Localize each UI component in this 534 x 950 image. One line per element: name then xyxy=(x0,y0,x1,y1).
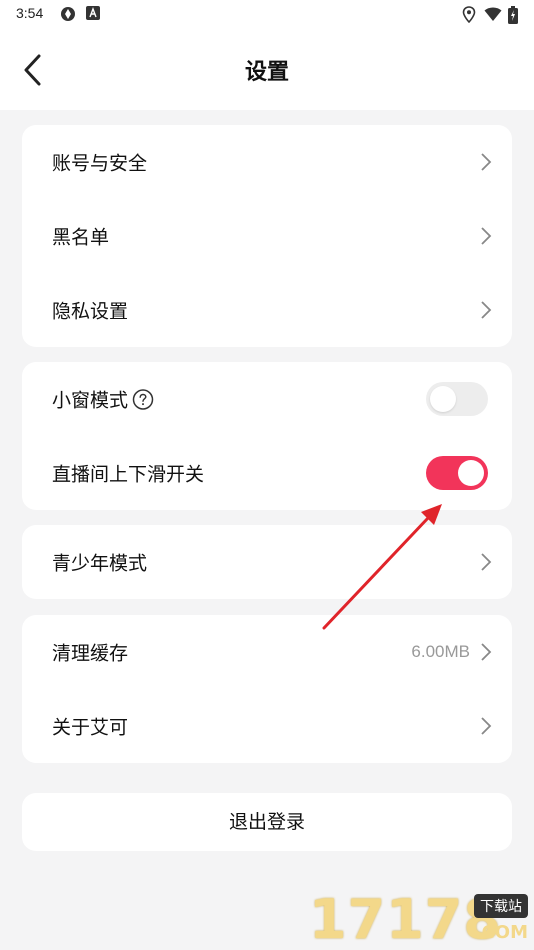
location-icon xyxy=(462,6,476,23)
setting-live-room-swipe: 直播间上下滑开关 xyxy=(22,436,512,510)
wifi-icon xyxy=(484,7,502,21)
storage-about-card: 清理缓存 6.00MB 关于艾可 xyxy=(22,615,512,763)
site-watermark-logo: 17178 下载站 .COM xyxy=(305,888,534,950)
menu-item-label: 账号与安全 xyxy=(52,152,148,175)
menu-item-label: 关于艾可 xyxy=(52,716,129,739)
chevron-right-icon xyxy=(481,553,492,571)
teen-mode-card: 青少年模式 xyxy=(22,525,512,599)
menu-item-clear-cache[interactable]: 清理缓存 6.00MB xyxy=(22,615,512,689)
live-swipe-toggle[interactable] xyxy=(426,456,488,490)
chevron-right-icon xyxy=(481,227,492,245)
setting-mini-window: 小窗模式 xyxy=(22,362,512,436)
live-swipe-label: 直播间上下滑开关 xyxy=(52,463,205,486)
toggle-knob xyxy=(430,386,456,412)
logout-button[interactable]: 退出登录 xyxy=(22,793,512,851)
top-navigation-bar: 设置 xyxy=(0,30,534,110)
mini-window-label: 小窗模式 xyxy=(52,389,129,412)
watermark-tag: 下载站 xyxy=(474,894,528,918)
account-settings-card: 账号与安全 黑名单 隐私设置 xyxy=(22,125,512,347)
watermark-digits: 17178 xyxy=(309,888,502,950)
help-question-icon[interactable] xyxy=(132,388,154,410)
chevron-right-icon xyxy=(481,301,492,319)
toggle-knob xyxy=(458,460,484,486)
cache-size-value: 6.00MB xyxy=(411,642,470,661)
menu-item-account-security[interactable]: 账号与安全 xyxy=(22,125,512,199)
menu-item-label: 隐私设置 xyxy=(52,300,129,323)
page-title: 设置 xyxy=(244,60,289,85)
setting-label: 小窗模式 xyxy=(52,386,154,413)
menu-item-about[interactable]: 关于艾可 xyxy=(22,689,512,763)
menu-item-label: 青少年模式 xyxy=(52,552,148,575)
status-time: 3:54 xyxy=(16,5,44,21)
menu-item-label: 黑名单 xyxy=(52,226,110,249)
battery-icon xyxy=(508,6,518,24)
app-notification-icon xyxy=(61,7,75,21)
menu-item-label: 清理缓存 xyxy=(52,642,129,665)
menu-item-blacklist[interactable]: 黑名单 xyxy=(22,199,512,273)
chevron-right-icon xyxy=(481,717,492,735)
chevron-right-icon xyxy=(481,643,492,661)
status-bar: 3:54 xyxy=(0,0,534,30)
notification-a-icon xyxy=(86,6,100,20)
playback-settings-card: 小窗模式 直播间上下滑开关 xyxy=(22,362,512,510)
menu-item-teen-mode[interactable]: 青少年模式 xyxy=(22,525,512,599)
menu-item-privacy-settings[interactable]: 隐私设置 xyxy=(22,273,512,347)
mini-window-toggle[interactable] xyxy=(426,382,488,416)
watermark-suffix: .COM xyxy=(474,922,528,943)
chevron-right-icon xyxy=(481,153,492,171)
